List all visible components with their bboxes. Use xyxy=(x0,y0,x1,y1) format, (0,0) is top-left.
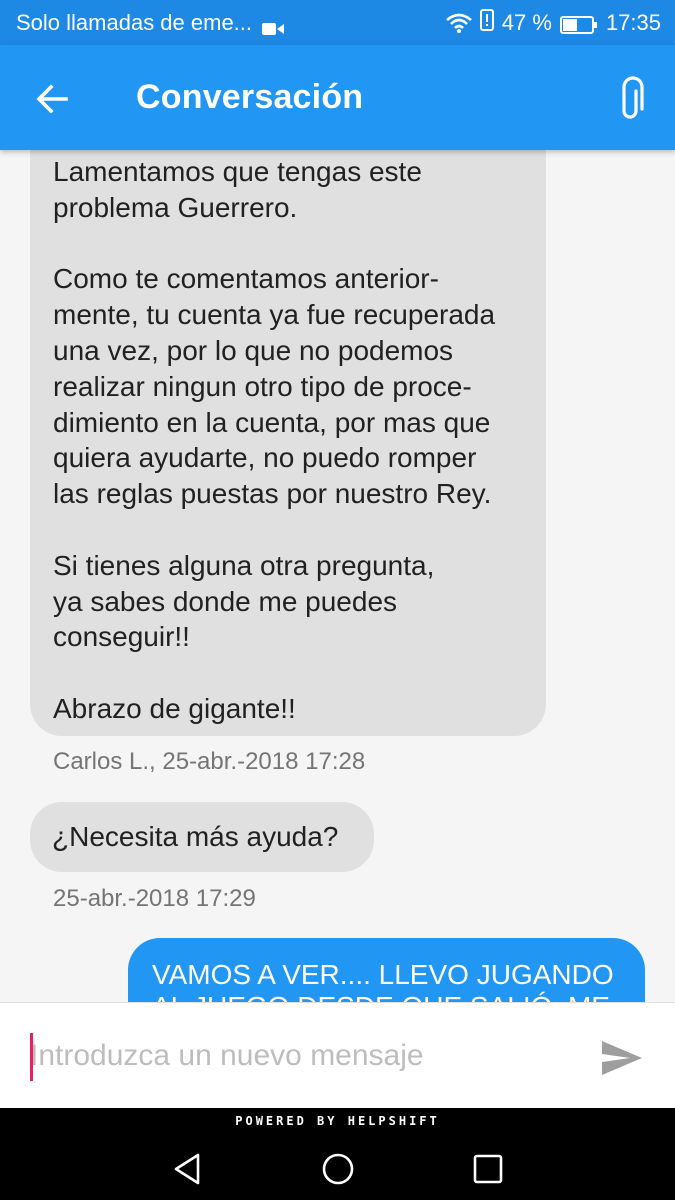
circle-home-icon xyxy=(322,1153,354,1185)
back-button[interactable] xyxy=(34,81,70,117)
wifi-icon xyxy=(445,13,472,33)
status-bar: Solo llamadas de eme... 47 % 17:35 xyxy=(0,0,675,45)
message-text: ¿Necesita más ayuda? xyxy=(52,821,339,853)
send-icon xyxy=(602,1041,642,1075)
navigation-bar xyxy=(0,1135,675,1200)
powered-by-label: POWERED BY HELPSHIFT xyxy=(0,1108,675,1135)
message-meta: Carlos L., 25-abr.-2018 17:28 xyxy=(53,748,366,775)
composer xyxy=(0,1002,675,1108)
outgoing-message: VAMOS A VER.... LLEVO JUGANDO AL JUEGO D… xyxy=(128,938,645,1002)
message-text: Lamentamos que tengas este problema Guer… xyxy=(53,156,496,724)
message-list[interactable]: Lamentamos que tengas este problema Guer… xyxy=(0,150,675,1002)
message-input[interactable] xyxy=(30,1031,570,1081)
video-call-icon xyxy=(262,16,285,35)
square-recents-icon xyxy=(473,1154,503,1184)
message-text: VAMOS A VER.... LLEVO JUGANDO AL JUEGO D… xyxy=(152,959,614,1002)
battery-icon xyxy=(559,14,598,34)
carrier-text: Solo llamadas de eme... xyxy=(16,9,253,35)
incoming-message: ¿Necesita más ayuda? xyxy=(30,802,374,872)
alert-icon xyxy=(479,8,494,37)
nav-back-button[interactable] xyxy=(168,1149,208,1189)
page-title: Conversación xyxy=(136,78,364,116)
battery-percent: 47 % xyxy=(501,9,552,35)
clock: 17:35 xyxy=(605,9,661,35)
triangle-back-icon xyxy=(174,1153,200,1185)
nav-recents-button[interactable] xyxy=(468,1149,508,1189)
nav-home-button[interactable] xyxy=(318,1149,358,1189)
message-meta: 25-abr.-2018 17:29 xyxy=(53,885,256,912)
arrow-back-icon xyxy=(36,84,68,114)
send-button[interactable] xyxy=(600,1039,644,1077)
incoming-message: Lamentamos que tengas este problema Guer… xyxy=(30,150,546,736)
app-bar: Conversación xyxy=(0,45,675,150)
attach-button[interactable] xyxy=(617,75,645,121)
text-cursor xyxy=(30,1033,33,1081)
paperclip-icon xyxy=(622,76,644,119)
